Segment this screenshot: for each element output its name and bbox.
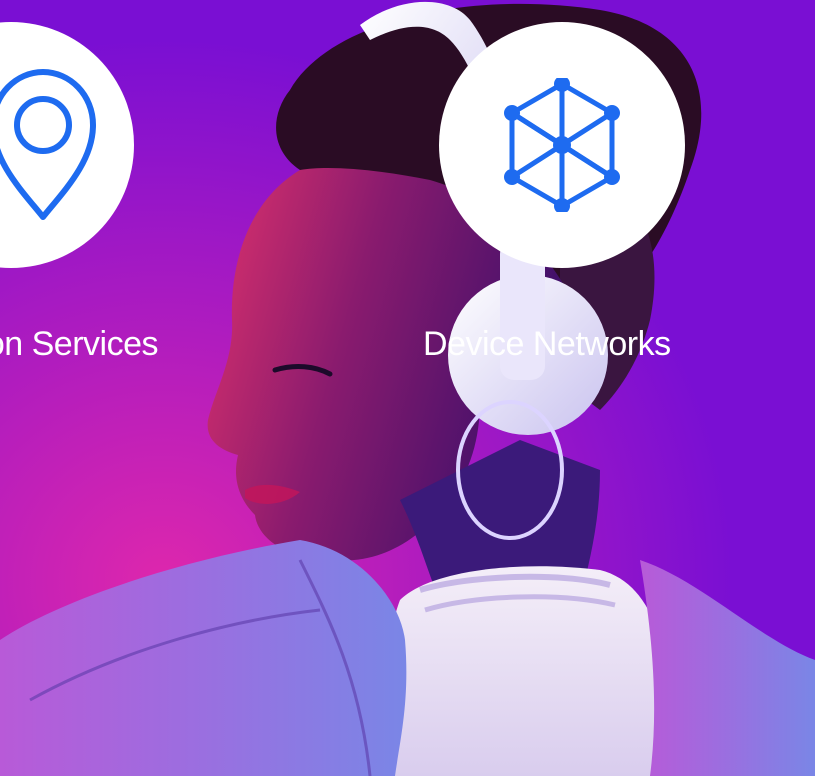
cube-network-icon — [504, 78, 620, 212]
device-networks-label: Device Networks — [423, 325, 671, 363]
device-networks-circle[interactable] — [439, 22, 685, 268]
location-pin-icon — [0, 69, 96, 220]
location-services-label: Location Services — [0, 325, 158, 363]
hero-banner: Location Services — [0, 0, 815, 776]
